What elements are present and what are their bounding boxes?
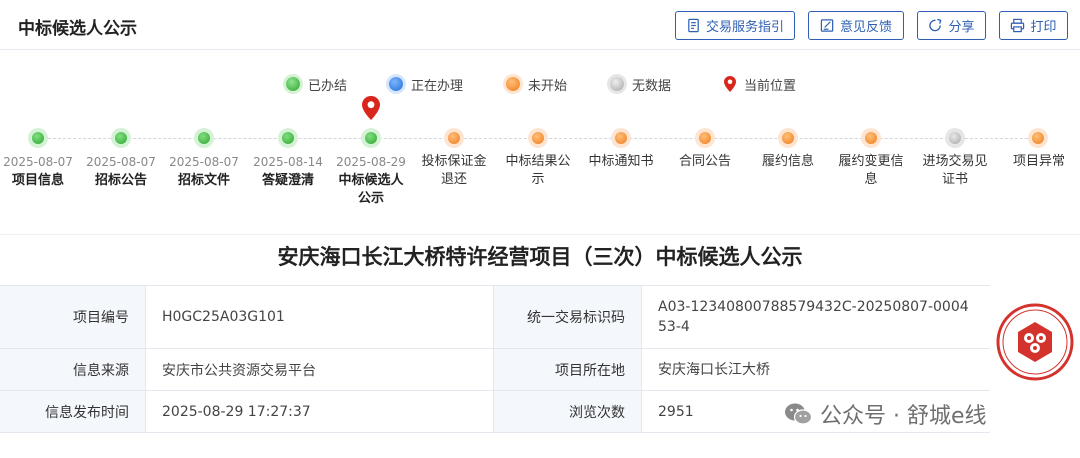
project-no-value: H0GC25A03G101 [146,286,494,348]
service-guide-button[interactable]: 交易服务指引 [675,11,795,40]
feedback-label: 意见反馈 [839,20,892,35]
trade-id-value: A03-12340800788579432C-20250807-000453-4 [658,299,969,335]
step-item-clarification[interactable]: 答疑澄清 [248,172,328,190]
step-node [778,128,798,148]
source-value: 安庆市公共资源交易平台 [146,349,494,390]
step-node [611,128,631,148]
step-node [444,128,464,148]
step-item-performance-info[interactable]: 履约信息 [748,153,828,171]
legend-label: 当前位置 [744,78,797,94]
step-item-performance-change[interactable]: 履约变更信 息 [831,153,911,189]
feedback-icon [820,19,834,32]
step-node [1028,128,1048,148]
step-item-candidate-notice[interactable]: 中标候选人 公示 [331,172,411,208]
table-row: 项目编号 H0GC25A03G101 统一交易标识码 A03-123408007… [0,286,990,349]
step-node [361,128,381,148]
source-label: 信息来源 [0,349,146,390]
location-pin-icon [724,76,736,92]
not-started-dot-icon [506,77,520,91]
no-data-dot-icon [610,77,624,91]
share-label: 分享 [948,20,975,35]
publish-time-label: 信息发布时间 [0,391,146,432]
step-item-deposit-refund[interactable]: 投标保证金 退还 [414,153,494,189]
location-label: 项目所在地 [494,349,642,390]
service-guide-label: 交易服务指引 [705,20,784,35]
watermark: 公众号 · 舒城e线 [784,398,987,430]
views-label: 浏览次数 [494,391,642,432]
page-title: 中标候选人公示 [18,19,137,39]
step-item-witness-certificate[interactable]: 进场交易见 证书 [915,153,995,189]
wechat-icon [785,403,812,425]
current-position-pin-icon [362,96,380,120]
step-item-award-letter[interactable]: 中标通知书 [581,153,661,171]
step-date: 2025-08-07 [86,155,156,169]
legend-item-in-progress: 正在办理 [389,74,463,94]
publish-time-value: 2025-08-29 17:27:37 [146,391,494,432]
step-item-contract-notice[interactable]: 合同公告 [665,153,745,171]
legend-item-no-data: 无数据 [610,74,671,94]
notice-title: 安庆海口长江大桥特许经营项目（三次）中标候选人公示 [277,245,803,269]
print-label: 打印 [1030,20,1057,35]
page-header: 中标候选人公示 交易服务指引 意见反馈 分享 打印 [0,0,1080,50]
step-node [861,128,881,148]
feedback-button[interactable]: 意见反馈 [808,11,904,40]
watermark-text: 公众号 · 舒城e线 [820,404,987,429]
step-node [28,128,48,148]
step-node [528,128,548,148]
step-item-project-exception[interactable]: 项目异常 [999,153,1079,171]
step-node [278,128,298,148]
legend-label: 已办结 [308,78,348,94]
legend-item-not-started: 未开始 [506,74,567,94]
in-progress-dot-icon [389,77,403,91]
print-button[interactable]: 打印 [999,11,1068,40]
legend-item-done: 已办结 [286,74,347,94]
step-date: 2025-08-14 [253,155,323,169]
step-item-tender-file[interactable]: 招标文件 [164,172,244,190]
step-date: 2025-08-07 [3,155,73,169]
step-date: 2025-08-29 [336,155,406,169]
step-date: 2025-08-07 [169,155,239,169]
share-button[interactable]: 分享 [917,11,986,40]
legend-label: 无数据 [632,78,672,94]
guide-icon [688,18,699,33]
step-node [945,128,965,148]
step-node [695,128,715,148]
step-item-project-info[interactable]: 项目信息 [0,172,78,190]
divider [0,234,1080,235]
step-node [111,128,131,148]
table-row: 信息来源 安庆市公共资源交易平台 项目所在地 安庆海口长江大桥 [0,349,990,391]
legend-item-current: 当前位置 [724,74,796,94]
trade-id-label: 统一交易标识码 [494,286,642,348]
step-node [194,128,214,148]
legend-label: 正在办理 [411,78,464,94]
share-icon [929,18,942,32]
verification-seal-icon [996,303,1074,381]
print-icon [1011,18,1025,33]
legend-label: 未开始 [528,78,568,94]
done-dot-icon [286,77,300,91]
step-item-result-notice[interactable]: 中标结果公 示 [498,153,578,189]
step-item-tender-notice[interactable]: 招标公告 [81,172,161,190]
project-no-label: 项目编号 [0,286,146,348]
location-value: 安庆海口长江大桥 [658,361,770,378]
